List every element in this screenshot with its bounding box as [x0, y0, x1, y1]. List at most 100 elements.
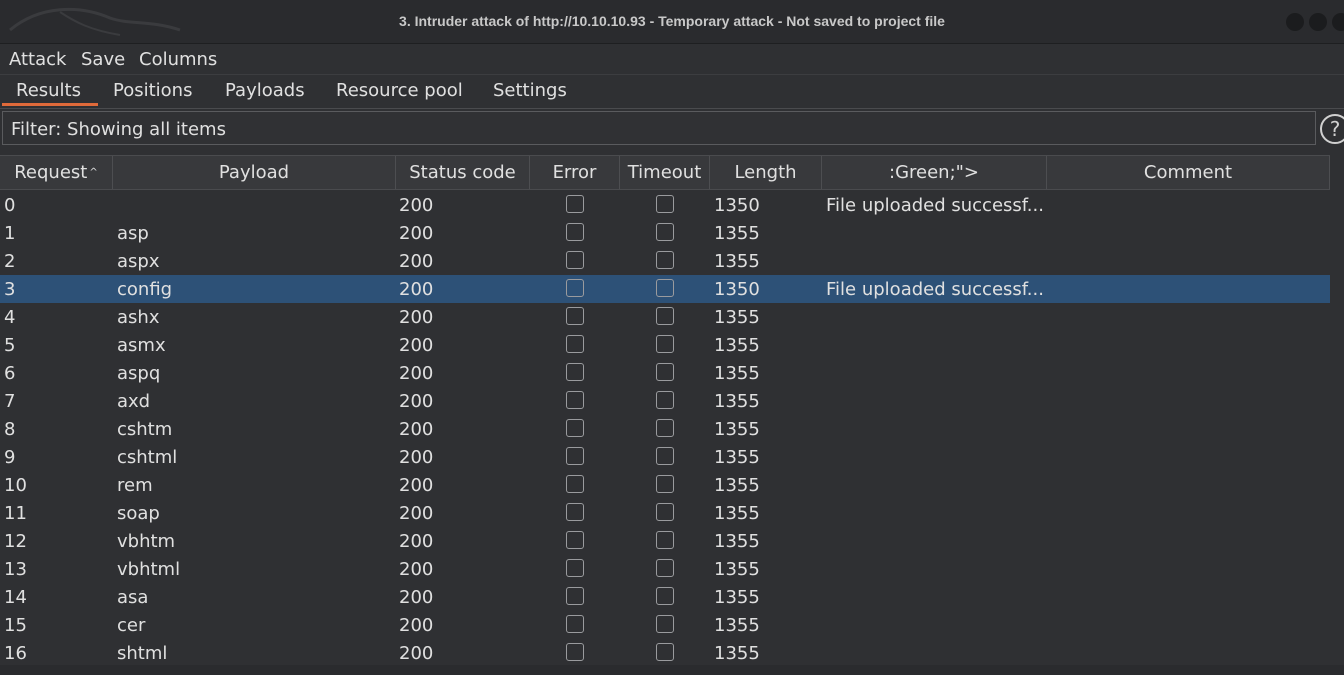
error-checkbox: [566, 223, 584, 241]
menu-attack[interactable]: Attack: [9, 49, 66, 70]
column-header-comment[interactable]: Comment: [1047, 156, 1330, 189]
cell-request: 0: [4, 195, 16, 216]
cell-status-code: 200: [399, 503, 434, 524]
cell-length: 1355: [714, 531, 760, 552]
cell-status-code: 200: [399, 391, 434, 412]
bottom-strip: [0, 665, 1344, 675]
cell-length: 1355: [714, 307, 760, 328]
tab-results[interactable]: Results: [16, 80, 81, 101]
timeout-checkbox: [656, 559, 674, 577]
cell-status-code: 200: [399, 419, 434, 440]
cell-request: 7: [4, 391, 16, 412]
table-row[interactable]: 5 asmx 200 1355: [0, 331, 1330, 359]
column-header-request[interactable]: Request ^: [0, 156, 113, 189]
tab-positions[interactable]: Positions: [113, 80, 192, 101]
timeout-checkbox: [656, 615, 674, 633]
cell-length: 1355: [714, 419, 760, 440]
cell-request: 4: [4, 307, 16, 328]
error-checkbox: [566, 335, 584, 353]
error-checkbox: [566, 419, 584, 437]
cell-length: 1355: [714, 447, 760, 468]
table-row[interactable]: 4 ashx 200 1355: [0, 303, 1330, 331]
timeout-checkbox: [656, 503, 674, 521]
close-button[interactable]: [1332, 13, 1344, 31]
cell-request: 5: [4, 335, 16, 356]
cell-status-code: 200: [399, 195, 434, 216]
cell-payload: cer: [117, 615, 146, 636]
table-header: Request ^ Payload Status code Error Timeo…: [0, 156, 1330, 190]
cell-request: 9: [4, 447, 16, 468]
table-row[interactable]: 10 rem 200 1355: [0, 471, 1330, 499]
error-checkbox: [566, 363, 584, 381]
column-header-timeout[interactable]: Timeout: [620, 156, 710, 189]
column-header-error[interactable]: Error: [530, 156, 620, 189]
timeout-checkbox: [656, 307, 674, 325]
column-header-payload[interactable]: Payload: [113, 156, 396, 189]
table-row[interactable]: 15 cer 200 1355: [0, 611, 1330, 639]
tab-payloads[interactable]: Payloads: [225, 80, 305, 101]
cell-payload: aspq: [117, 363, 161, 384]
table-row[interactable]: 11 soap 200 1355: [0, 499, 1330, 527]
menu-columns[interactable]: Columns: [139, 49, 217, 70]
title-bar: 3. Intruder attack of http://10.10.10.93…: [0, 0, 1344, 44]
error-checkbox: [566, 503, 584, 521]
cell-status-code: 200: [399, 447, 434, 468]
cell-request: 12: [4, 531, 27, 552]
cell-length: 1355: [714, 223, 760, 244]
table-row[interactable]: 2 aspx 200 1355: [0, 247, 1330, 275]
cell-request: 10: [4, 475, 27, 496]
cell-status-code: 200: [399, 531, 434, 552]
error-checkbox: [566, 559, 584, 577]
cell-length: 1355: [714, 587, 760, 608]
timeout-checkbox: [656, 643, 674, 661]
table-row[interactable]: 13 vbhtml 200 1355: [0, 555, 1330, 583]
table-row[interactable]: 14 asa 200 1355: [0, 583, 1330, 611]
cell-request: 6: [4, 363, 16, 384]
cell-payload: rem: [117, 475, 153, 496]
window-controls: [1286, 13, 1344, 31]
column-header-status-code[interactable]: Status code: [396, 156, 530, 189]
cell-length: 1355: [714, 475, 760, 496]
timeout-checkbox: [656, 419, 674, 437]
tab-resource-pool[interactable]: Resource pool: [336, 80, 463, 101]
table-row[interactable]: 6 aspq 200 1355: [0, 359, 1330, 387]
column-header-length[interactable]: Length: [710, 156, 822, 189]
cell-payload: cshtml: [117, 447, 178, 468]
table-row[interactable]: 1 asp 200 1355: [0, 219, 1330, 247]
error-checkbox: [566, 251, 584, 269]
column-header-grep-match[interactable]: :Green;">: [822, 156, 1047, 189]
timeout-checkbox: [656, 447, 674, 465]
error-checkbox: [566, 615, 584, 633]
table-row[interactable]: 9 cshtml 200 1355: [0, 443, 1330, 471]
table-row[interactable]: 8 cshtm 200 1355: [0, 415, 1330, 443]
cell-request: 16: [4, 643, 27, 664]
table-row[interactable]: 3 config 200 1350 File uploaded successf...: [0, 275, 1330, 303]
timeout-checkbox: [656, 335, 674, 353]
sort-ascending-icon: ^: [89, 167, 98, 178]
table-row[interactable]: 12 vbhtm 200 1355: [0, 527, 1330, 555]
menu-save[interactable]: Save: [81, 49, 125, 70]
minimize-button[interactable]: [1286, 13, 1304, 31]
maximize-button[interactable]: [1309, 13, 1327, 31]
timeout-checkbox: [656, 363, 674, 381]
error-checkbox: [566, 475, 584, 493]
timeout-checkbox: [656, 279, 674, 297]
cell-length: 1355: [714, 559, 760, 580]
table-row[interactable]: 7 axd 200 1355: [0, 387, 1330, 415]
cell-request: 8: [4, 419, 16, 440]
cell-payload: asmx: [117, 335, 166, 356]
help-icon[interactable]: ?: [1320, 114, 1344, 144]
timeout-checkbox: [656, 475, 674, 493]
filter-bar[interactable]: Filter: Showing all items: [2, 111, 1316, 145]
cell-payload: asa: [117, 587, 149, 608]
cell-payload: aspx: [117, 251, 160, 272]
cell-length: 1355: [714, 363, 760, 384]
table-row[interactable]: 16 shtml 200 1355: [0, 639, 1330, 667]
table-row[interactable]: 0 200 1350 File uploaded successf...: [0, 191, 1330, 219]
cell-status-code: 200: [399, 615, 434, 636]
tab-settings[interactable]: Settings: [493, 80, 567, 101]
cell-status-code: 200: [399, 279, 434, 300]
error-checkbox: [566, 307, 584, 325]
cell-request: 13: [4, 559, 27, 580]
cell-length: 1350: [714, 279, 760, 300]
